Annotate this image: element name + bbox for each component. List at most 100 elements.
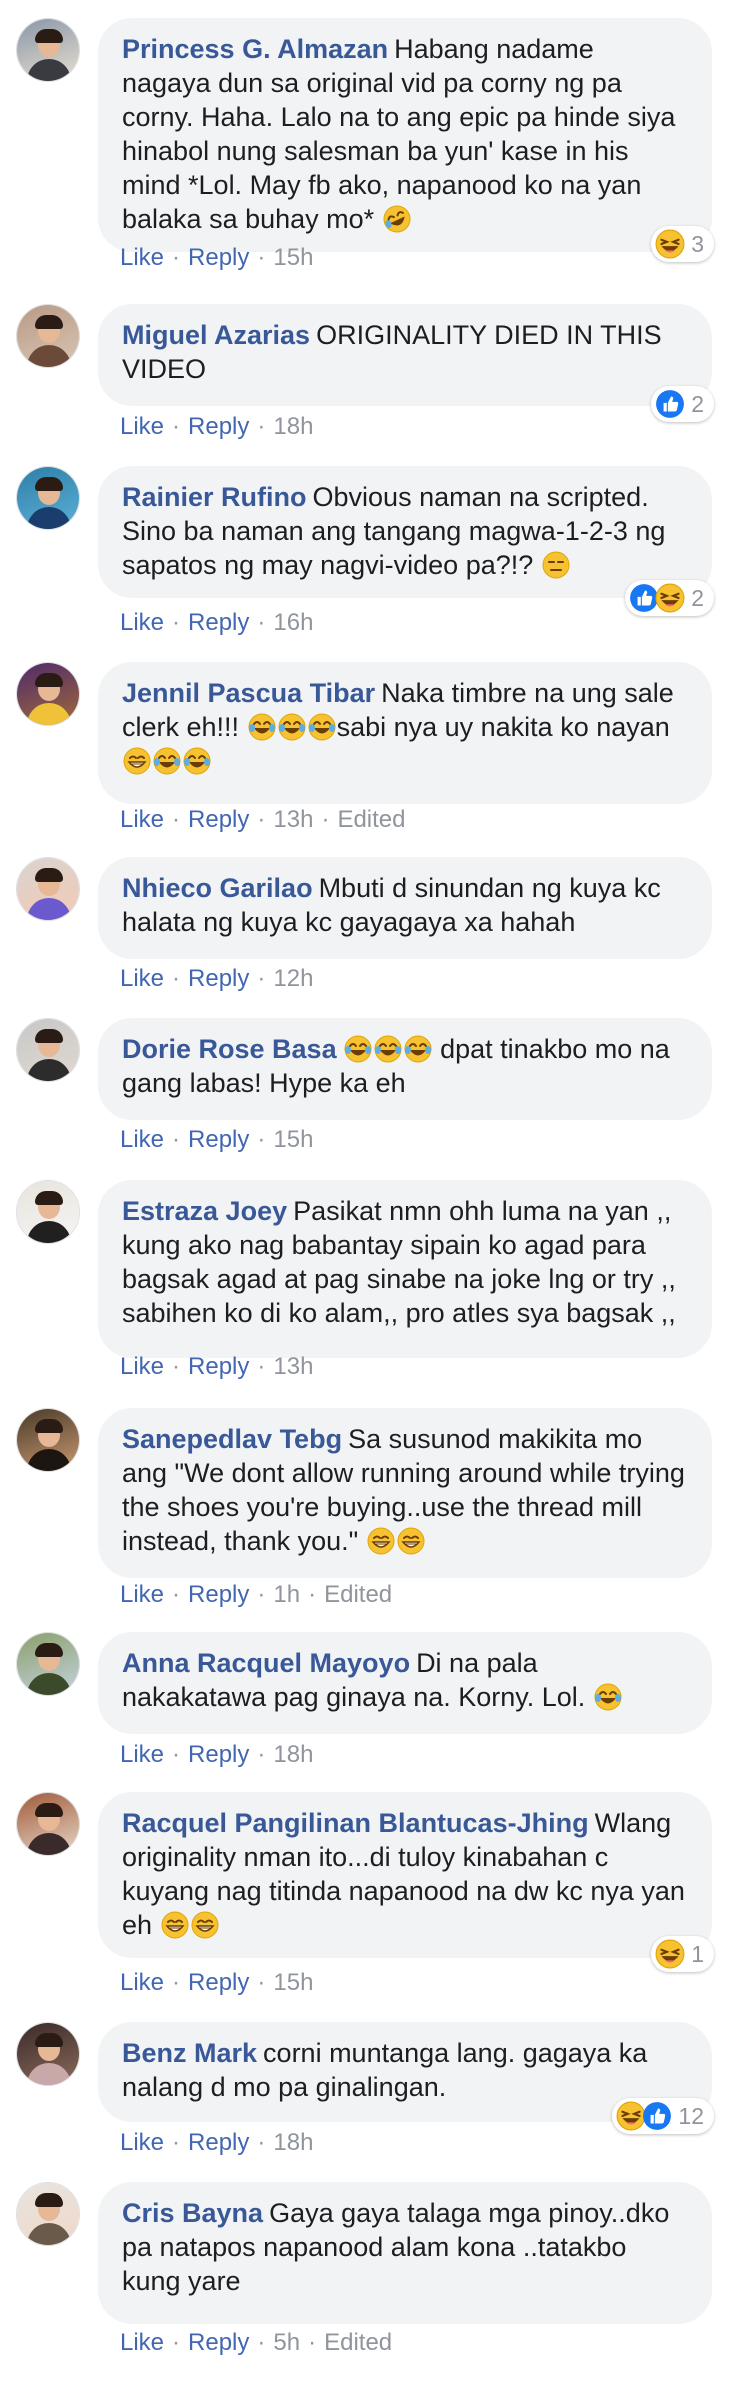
separator-dot: · (257, 1126, 266, 1153)
reply-link[interactable]: Reply (188, 2329, 249, 2356)
reply-link[interactable]: Reply (188, 1741, 249, 1768)
reply-link[interactable]: Reply (188, 1126, 249, 1153)
comment-author[interactable]: Princess G. Almazan (122, 34, 388, 64)
separator-dot: · (257, 1741, 266, 1768)
comment-author[interactable]: Benz Mark (122, 2038, 257, 2068)
reply-link[interactable]: Reply (188, 2129, 249, 2156)
comment-timestamp[interactable]: 5h (273, 2329, 300, 2356)
avatar-selfie[interactable] (16, 662, 80, 726)
edited-label[interactable]: Edited (324, 2329, 392, 2356)
separator-dot: · (257, 965, 266, 992)
avatar-two-faces[interactable] (16, 2022, 80, 2086)
like-link[interactable]: Like (120, 2129, 164, 2156)
like-link[interactable]: Like (120, 1353, 164, 1380)
comment-author[interactable]: Sanepedlav Tebg (122, 1424, 342, 1454)
reaction-summary[interactable]: 3 (651, 226, 714, 262)
avatar-hair (35, 2193, 63, 2207)
separator-dot: · (257, 806, 266, 833)
avatar-hair (35, 673, 63, 687)
like-link[interactable]: Like (120, 806, 164, 833)
comment-actions: Like · Reply · 15h (120, 1968, 313, 1998)
reply-link[interactable]: Reply (188, 965, 249, 992)
comment-bubble: Miguel Azarias ORIGINALITY DIED IN THIS V… (98, 304, 712, 406)
avatar-man-white[interactable] (16, 1180, 80, 1244)
separator-dot: · (172, 1581, 181, 1608)
comment-author[interactable]: Miguel Azarias (122, 320, 310, 350)
avatar-cartoon[interactable] (16, 466, 80, 530)
like-link[interactable]: Like (120, 2329, 164, 2356)
separator-dot: · (257, 1581, 266, 1608)
separator-dot: · (257, 1353, 266, 1380)
comment-author[interactable]: Dorie Rose Basa (122, 1034, 337, 1064)
reply-link[interactable]: Reply (188, 1969, 249, 1996)
comment-timestamp[interactable]: 12h (273, 965, 313, 992)
comment-timestamp[interactable]: 18h (273, 1741, 313, 1768)
avatar-collage[interactable] (16, 1018, 80, 1082)
like-link[interactable]: Like (120, 1126, 164, 1153)
reaction-summary[interactable]: 1 (651, 1936, 714, 1972)
avatar-hair (35, 1803, 63, 1817)
avatar-jersey[interactable] (16, 857, 80, 921)
separator-dot: · (172, 806, 181, 833)
comment-timestamp[interactable]: 13h (273, 806, 313, 833)
reply-link[interactable]: Reply (188, 1581, 249, 1608)
like-link[interactable]: Like (120, 1581, 164, 1608)
reply-link[interactable]: Reply (188, 1353, 249, 1380)
separator-dot: · (308, 2329, 317, 2356)
separator-dot: · (172, 2129, 181, 2156)
reply-link[interactable]: Reply (188, 413, 249, 440)
like-link[interactable]: Like (120, 1741, 164, 1768)
avatar-family-photo[interactable] (16, 304, 80, 368)
comment-bubble: Racquel Pangilinan Blantucas-Jhing Wlang … (98, 1792, 712, 1958)
avatar-closeup[interactable] (16, 1408, 80, 1472)
reply-link[interactable]: Reply (188, 609, 249, 636)
avatar-couple-photo[interactable] (16, 18, 80, 82)
comment-timestamp[interactable]: 15h (273, 1126, 313, 1153)
joy-emoji-icon (374, 1035, 402, 1063)
edited-label[interactable]: Edited (337, 806, 405, 833)
avatar-group[interactable] (16, 1792, 80, 1856)
like-link[interactable]: Like (120, 1969, 164, 1996)
comment-author[interactable]: Racquel Pangilinan Blantucas-Jhing (122, 1808, 589, 1838)
reply-link[interactable]: Reply (188, 244, 249, 271)
comment-author[interactable]: Anna Racquel Mayoyo (122, 1648, 410, 1678)
reaction-summary[interactable]: 12 (612, 2098, 714, 2134)
reaction-summary[interactable]: 2 (625, 580, 714, 616)
comment-bubble: Anna Racquel Mayoyo Di na pala nakakatawa… (98, 1632, 712, 1734)
avatar-hair (35, 315, 63, 329)
reaction-count: 2 (691, 584, 704, 611)
like-link[interactable]: Like (120, 609, 164, 636)
comment-actions: Like · Reply · 18h (120, 2128, 313, 2158)
comment-author[interactable]: Nhieco Garilao (122, 873, 313, 903)
avatar-landscape[interactable] (16, 1632, 80, 1696)
separator-dot: · (172, 1741, 181, 1768)
reaction-summary[interactable]: 2 (651, 386, 714, 422)
joy-emoji-icon (308, 713, 336, 741)
haha-emoji-icon (655, 229, 685, 259)
like-link[interactable]: Like (120, 413, 164, 440)
comment-timestamp[interactable]: 15h (273, 1969, 313, 1996)
grin-emoji-icon (191, 1911, 219, 1939)
comment-author[interactable]: Estraza Joey (122, 1196, 287, 1226)
reply-link[interactable]: Reply (188, 806, 249, 833)
comment-timestamp[interactable]: 1h (273, 1581, 300, 1608)
separator-dot: · (172, 1126, 181, 1153)
edited-label[interactable]: Edited (324, 1581, 392, 1608)
comment-author[interactable]: Cris Bayna (122, 2198, 263, 2228)
comment-timestamp[interactable]: 18h (273, 413, 313, 440)
comment-timestamp[interactable]: 18h (273, 2129, 313, 2156)
avatar-baby[interactable] (16, 2182, 80, 2246)
like-link[interactable]: Like (120, 244, 164, 271)
comment-author[interactable]: Jennil Pascua Tibar (122, 678, 375, 708)
haha-emoji-icon (655, 583, 685, 613)
grin-emoji-icon (161, 1911, 189, 1939)
comment-timestamp[interactable]: 16h (273, 609, 313, 636)
separator-dot: · (172, 2329, 181, 2356)
comment-author[interactable]: Rainier Rufino (122, 482, 307, 512)
comment-timestamp[interactable]: 13h (273, 1353, 313, 1380)
joy-emoji-icon (404, 1035, 432, 1063)
comment-timestamp[interactable]: 15h (273, 244, 313, 271)
comment-actions: Like · Reply · 1h · Edited (120, 1580, 392, 1610)
reaction-count: 12 (678, 2102, 704, 2129)
like-link[interactable]: Like (120, 965, 164, 992)
